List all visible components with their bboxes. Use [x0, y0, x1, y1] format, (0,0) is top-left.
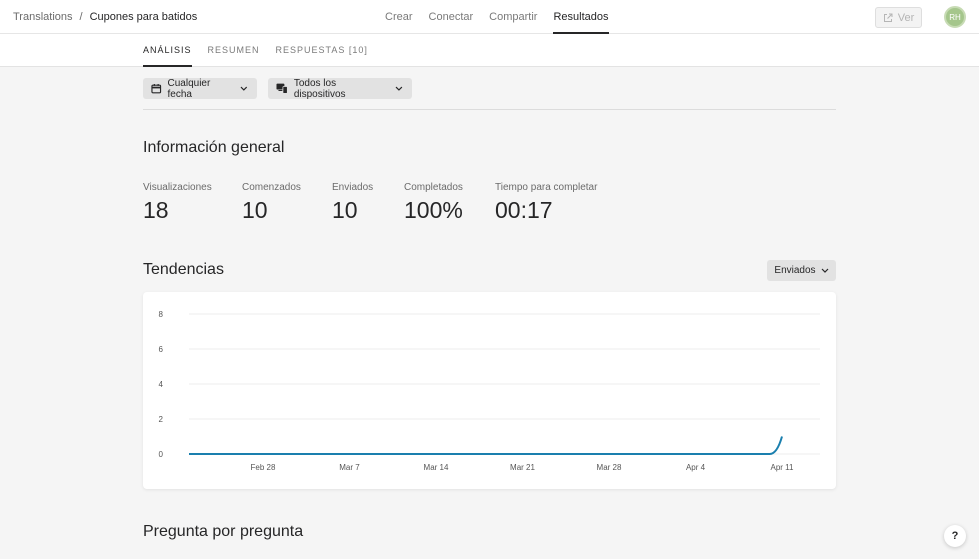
- tab-resumen[interactable]: RESUMEN: [208, 34, 260, 67]
- breadcrumb-separator: /: [79, 11, 83, 23]
- tab-respuestas[interactable]: RESPUESTAS [10]: [276, 34, 368, 67]
- stat-label: Tiempo para completar: [495, 182, 598, 193]
- overview-title: Información general: [143, 139, 285, 156]
- view-button-label: Ver: [897, 11, 915, 24]
- series-line: [189, 436, 783, 455]
- stat-label: Visualizaciones: [143, 182, 212, 193]
- stat-started: Comenzados 10: [242, 182, 332, 224]
- y-tick-label: 6: [159, 345, 164, 354]
- main-nav: Crear Conectar Compartir Resultados: [385, 0, 609, 34]
- stat-submitted: Enviados 10: [332, 182, 404, 224]
- x-tick-label: Apr 11: [771, 463, 795, 472]
- device-filter-label: Todos los dispositivos: [293, 77, 346, 100]
- filters-divider: [143, 109, 836, 110]
- stat-completed: Completados 100%: [404, 182, 495, 224]
- stat-label: Enviados: [332, 182, 374, 193]
- breadcrumb-root[interactable]: Translations: [13, 11, 73, 23]
- date-filter-label: Cualquier fecha: [167, 77, 211, 100]
- y-tick-label: 4: [159, 380, 164, 389]
- nav-crear[interactable]: Crear: [385, 0, 413, 34]
- results-subnav: ANÁLISIS RESUMEN RESPUESTAS [10]: [0, 34, 979, 67]
- devices-icon: [276, 83, 288, 94]
- series-select-label: Enviados: [774, 265, 816, 276]
- date-filter-dropdown[interactable]: Cualquier fecha: [143, 77, 257, 100]
- chevron-down-icon: [240, 86, 248, 91]
- stat-label: Completados: [404, 182, 463, 193]
- chevron-down-icon: [395, 86, 403, 91]
- trends-chart: 0 2 4 6 8 Feb 28 Mar 7 Mar 14 Mar 21 Mar 28 Apr 4 A…: [159, 310, 820, 472]
- avatar[interactable]: RH: [944, 6, 966, 28]
- stat-value: 00:17: [495, 197, 553, 223]
- breadcrumb: Translations / Cupones para batidos: [13, 11, 197, 23]
- y-tick-label: 2: [159, 415, 164, 424]
- stat-views: Visualizaciones 18: [143, 182, 242, 224]
- tab-analisis[interactable]: ANÁLISIS: [143, 34, 192, 67]
- breadcrumb-current: Cupones para batidos: [89, 11, 198, 23]
- x-tick-label: Mar 28: [597, 463, 622, 472]
- device-filter-dropdown[interactable]: Todos los dispositivos: [268, 77, 412, 100]
- x-tick-label: Mar 21: [510, 463, 535, 472]
- stat-value: 100%: [404, 197, 463, 223]
- series-select-dropdown[interactable]: Enviados: [767, 260, 836, 281]
- overview-stats: Visualizaciones 18 Comenzados 10 Enviado…: [143, 182, 625, 224]
- top-bar: Translations / Cupones para batidos Crea…: [0, 0, 979, 34]
- nav-conectar[interactable]: Conectar: [429, 0, 474, 34]
- trends-title: Tendencias: [143, 261, 224, 278]
- y-tick-label: 8: [159, 310, 164, 319]
- y-tick-label: 0: [159, 450, 164, 459]
- stat-value: 10: [242, 197, 268, 223]
- x-tick-label: Apr 4: [686, 463, 706, 472]
- view-button[interactable]: Ver: [875, 7, 922, 28]
- question-section-title: Pregunta por pregunta: [143, 523, 304, 540]
- stat-label: Comenzados: [242, 182, 301, 193]
- external-link-icon: [883, 13, 893, 22]
- stat-time-to-complete: Tiempo para completar 00:17: [495, 182, 625, 224]
- x-tick-label: Mar 7: [339, 463, 360, 472]
- calendar-icon: [151, 84, 162, 94]
- chevron-down-icon: [821, 268, 828, 273]
- trends-chart-card: 0 2 4 6 8 Feb 28 Mar 7 Mar 14 Mar 21 Mar 28 Apr 4 A…: [143, 292, 836, 489]
- help-button[interactable]: ?: [944, 525, 966, 547]
- nav-compartir[interactable]: Compartir: [489, 0, 537, 34]
- x-tick-label: Mar 14: [424, 463, 449, 472]
- x-tick-label: Feb 28: [251, 463, 276, 472]
- stat-value: 10: [332, 197, 358, 223]
- stat-value: 18: [143, 197, 169, 223]
- nav-resultados[interactable]: Resultados: [553, 0, 609, 34]
